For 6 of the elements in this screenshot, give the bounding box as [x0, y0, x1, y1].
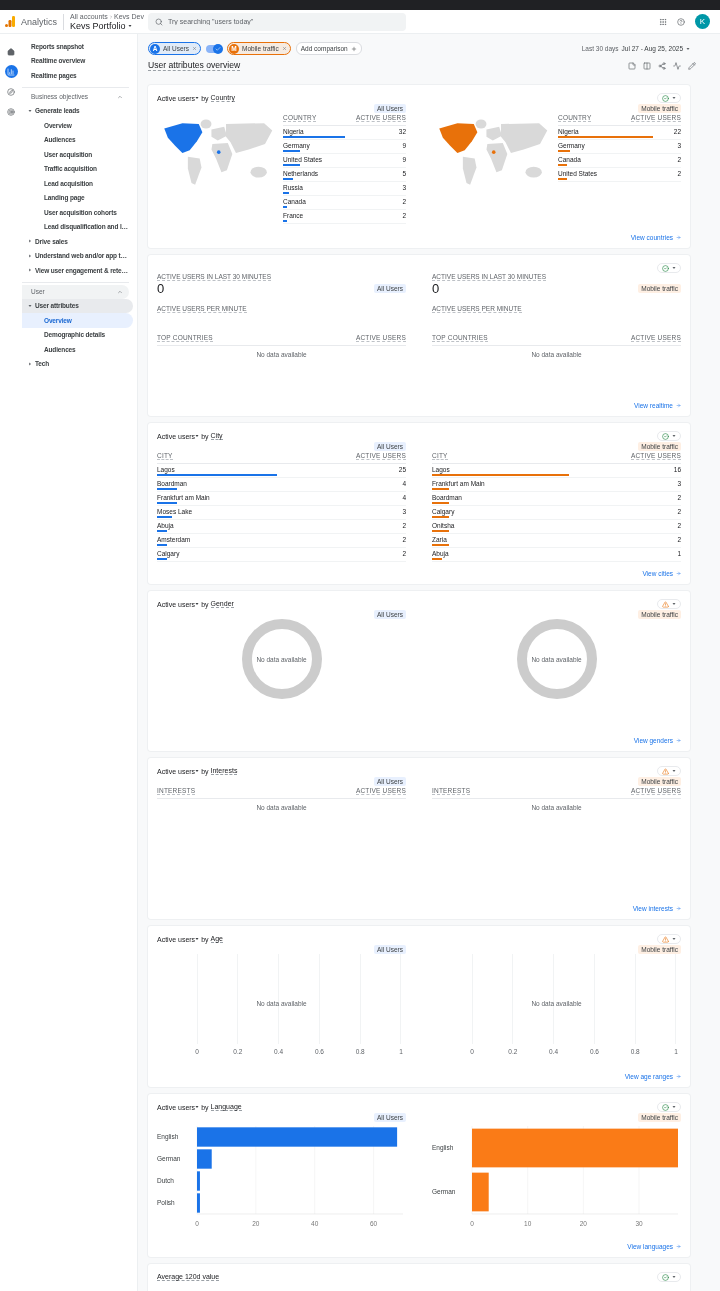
- property-selector[interactable]: Kevs Portfolio: [70, 20, 144, 31]
- metric-value: 0: [432, 282, 440, 295]
- metric-value: 0: [157, 282, 165, 295]
- account-avatar[interactable]: K: [695, 14, 710, 29]
- page-title: User attributes overview: [148, 60, 241, 71]
- app-name: Analytics: [21, 16, 57, 27]
